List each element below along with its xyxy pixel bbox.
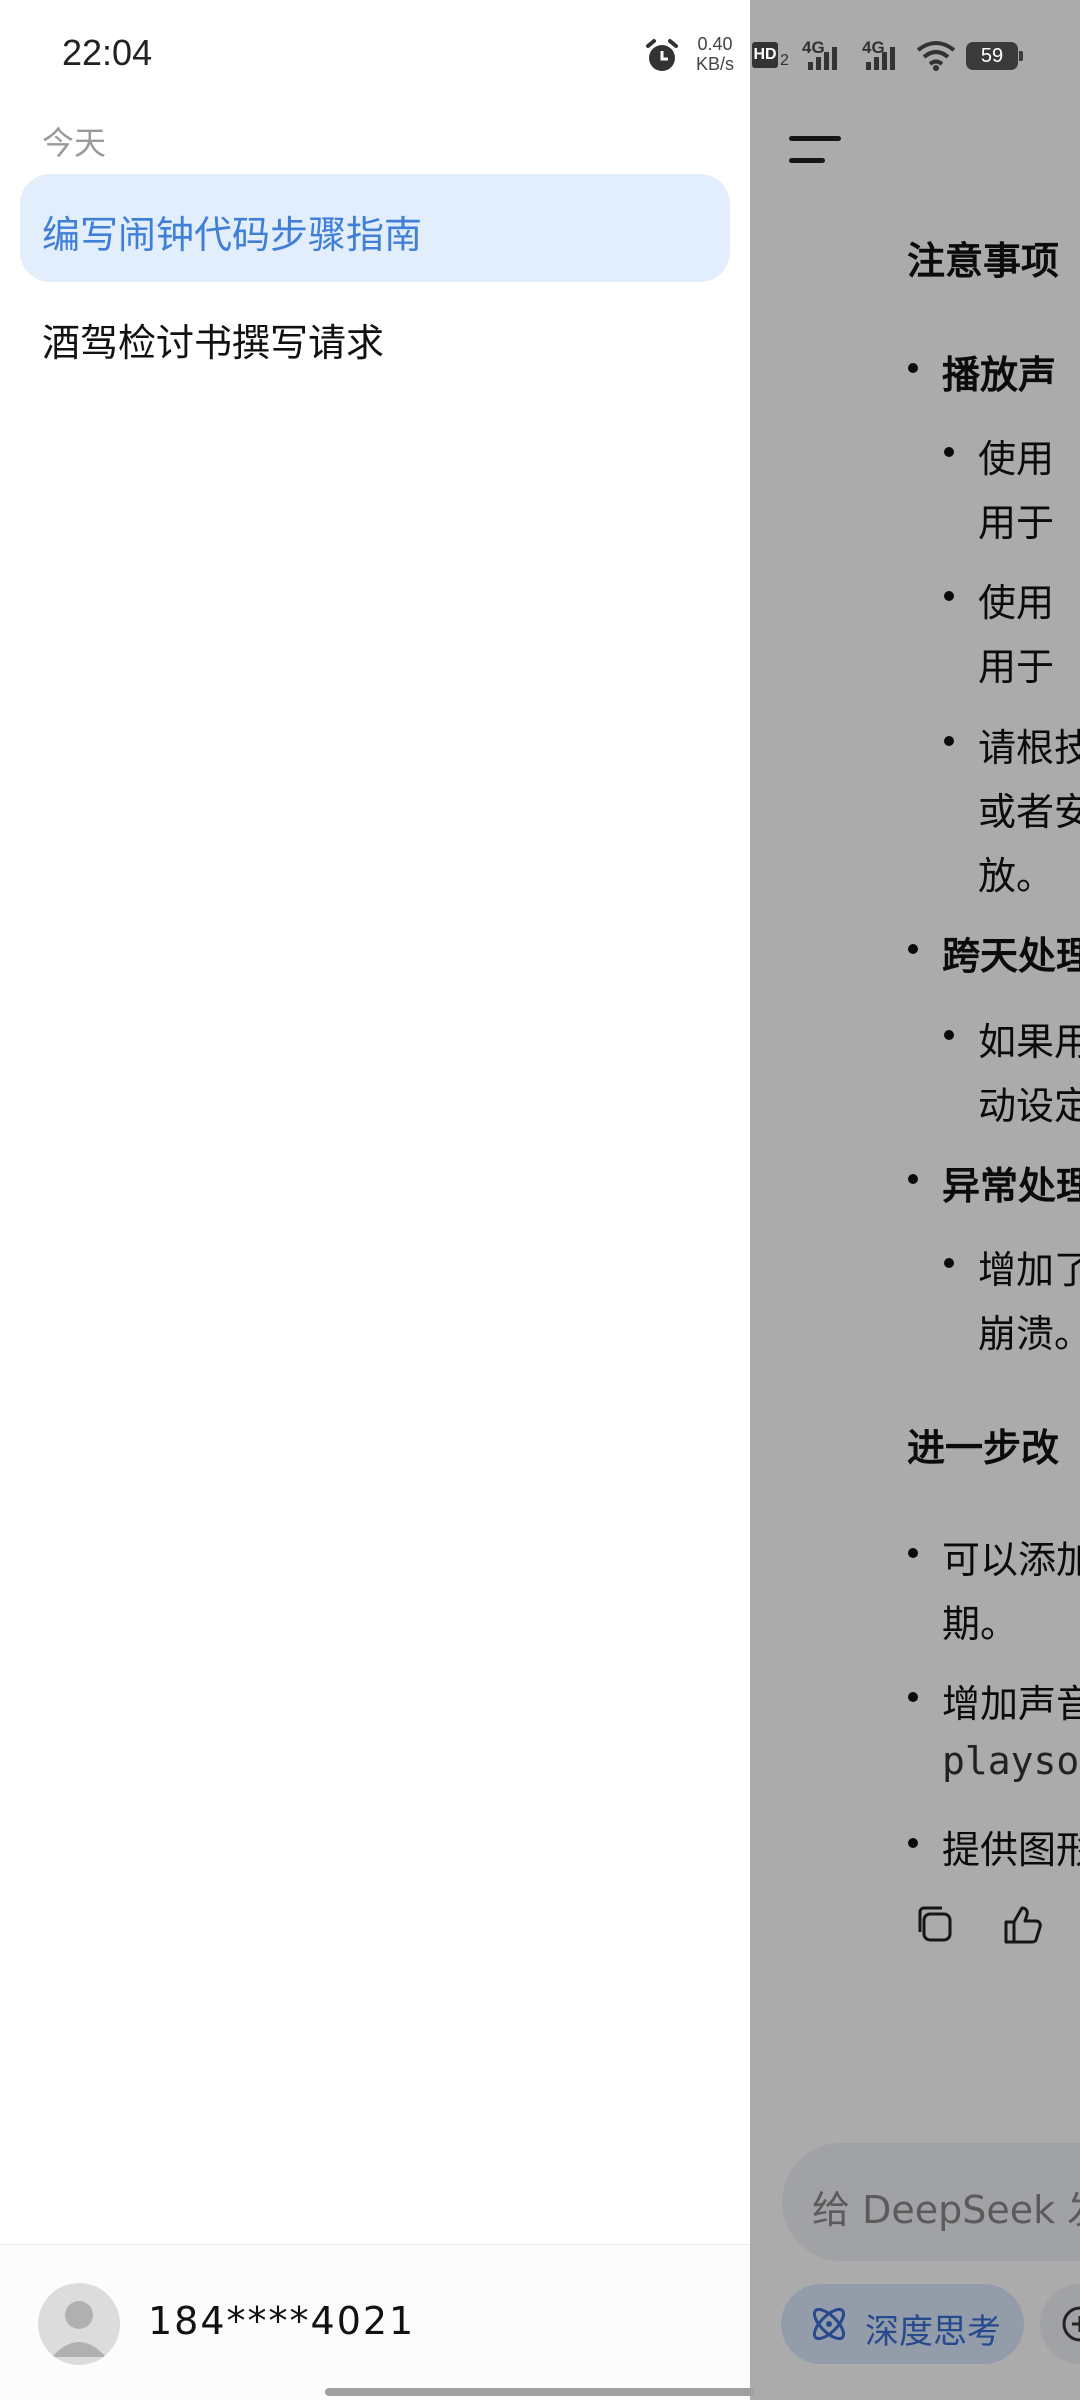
hd-sim-index: 2 (780, 52, 789, 69)
conversation-drawer: 22:04 0.40 KB/s 今天 编写闹钟代码步骤指南 酒驾检讨书撰写请求 (0, 0, 750, 2400)
network-speed-unit: KB/s (695, 54, 734, 74)
signal-icon (866, 47, 895, 70)
section-label-today: 今天 (42, 124, 107, 162)
hd-voice-icon: HD (752, 42, 778, 68)
user-phone: 184****4021 (148, 2299, 416, 2343)
battery-tip (1019, 51, 1023, 61)
conversation-title: 编写闹钟代码步骤指南 (42, 213, 423, 257)
conversation-item[interactable]: 酒驾检讨书撰写请求 (20, 286, 730, 386)
battery-icon: 59 (966, 42, 1018, 70)
network-speed-value: 0.40 (697, 34, 733, 54)
avatar[interactable] (38, 2283, 120, 2365)
user-profile-bar[interactable]: 184****4021 (0, 2244, 750, 2400)
alarm-icon (646, 39, 678, 71)
screen: 注意事项 播放声 使用 用于 使用 用于 请根技 或者安 放。 跨天处理 如果用… (0, 0, 1080, 2400)
user-icon (52, 2301, 106, 2357)
network-speed: 0.40 KB/s (692, 34, 738, 74)
home-indicator[interactable] (325, 2388, 755, 2396)
signal-icon (808, 47, 837, 70)
conversation-title: 酒驾检讨书撰写请求 (42, 321, 385, 365)
status-time: 22:04 (62, 32, 153, 73)
conversation-item-active[interactable]: 编写闹钟代码步骤指南 (20, 174, 730, 282)
wifi-icon (916, 41, 956, 71)
